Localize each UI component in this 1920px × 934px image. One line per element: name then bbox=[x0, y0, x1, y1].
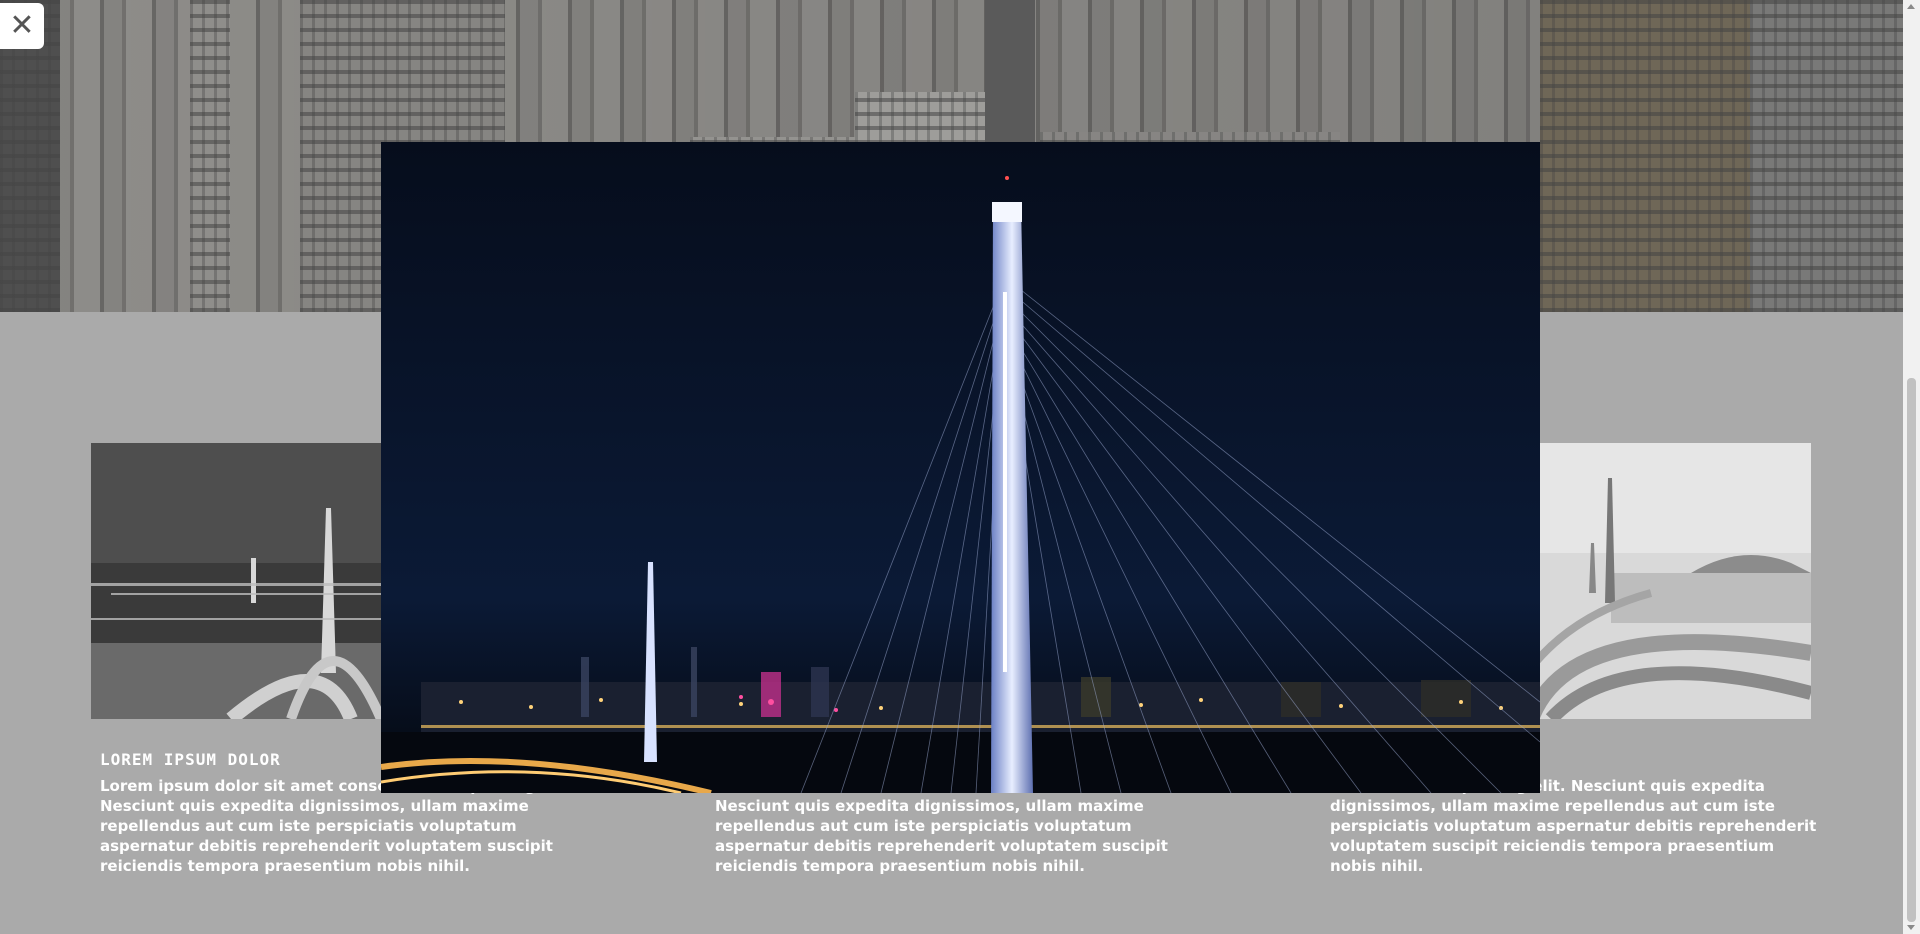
vertical-scrollbar[interactable] bbox=[1903, 0, 1920, 934]
scroll-down-icon[interactable] bbox=[1907, 925, 1915, 930]
close-icon: ✕ bbox=[9, 8, 35, 43]
close-button[interactable]: ✕ bbox=[0, 3, 44, 49]
scrollbar-thumb[interactable] bbox=[1907, 378, 1916, 922]
scroll-up-icon[interactable] bbox=[1907, 4, 1915, 9]
card-1-title: LOREM IPSUM DOLOR bbox=[100, 750, 281, 769]
lightbox-image[interactable] bbox=[381, 142, 1540, 793]
card-2-text: Nesciunt quis expedita dignissimos, ulla… bbox=[715, 797, 1168, 875]
